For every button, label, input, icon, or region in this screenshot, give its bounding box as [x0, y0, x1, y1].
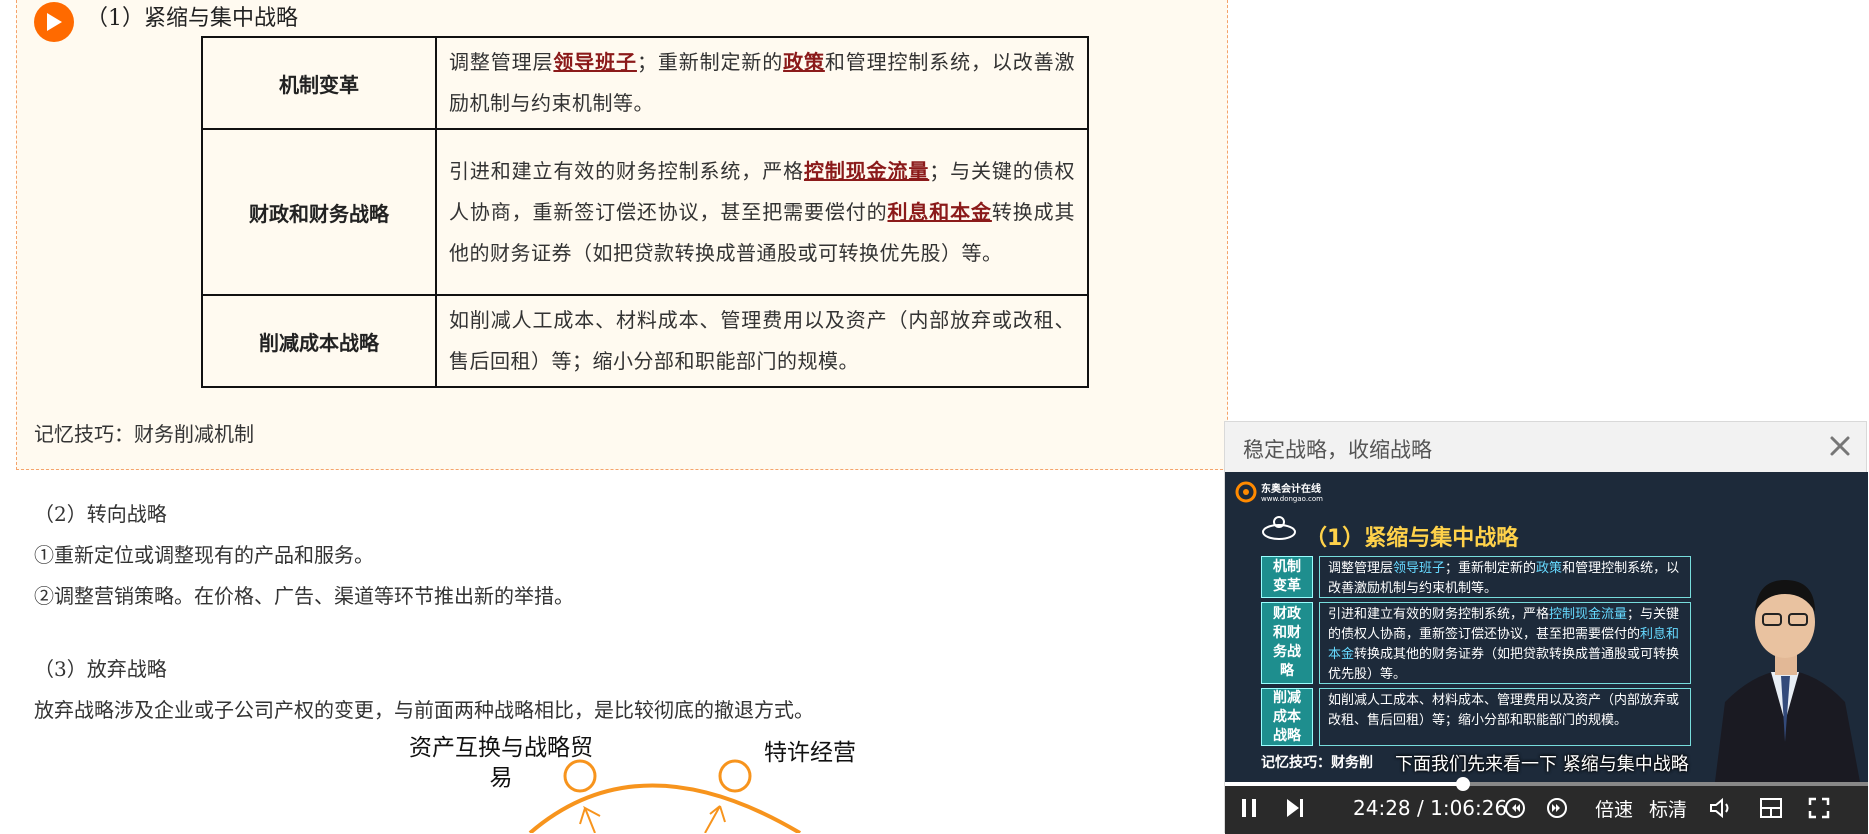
- progress-fill: [1225, 782, 1463, 786]
- list-item: ①重新定位或调整现有的产品和服务。: [34, 543, 374, 567]
- memory-tip: 记忆技巧：财务削减机制: [34, 422, 254, 446]
- current-time: 24:28: [1353, 796, 1411, 820]
- layout-icon: [1760, 798, 1782, 818]
- fullscreen-icon: [1808, 797, 1830, 819]
- video-subtitle: 下面我们先来看一下 紧缩与集中战略: [1395, 754, 1689, 775]
- progress-bar[interactable]: [1225, 777, 1868, 791]
- logo-url: www.dongao.com: [1261, 495, 1323, 503]
- table-row: 机制变革 调整管理层领导班子；重新制定新的政策和管理控制系统，以改善激励机制与约…: [201, 36, 1089, 130]
- text-segment: 如削减人工成本、材料成本、管理费用以及资产（内部放弃或改租、售后回租）等；缩小分…: [1328, 693, 1680, 728]
- picture-in-picture-button[interactable]: [1757, 794, 1785, 822]
- slide-decoration-icon: [1262, 516, 1296, 540]
- slide-memo: 记忆技巧：财务削: [1261, 755, 1373, 771]
- section-3-description: 放弃战略涉及企业或子公司产权的变更，与前面两种战略相比，是比较彻底的撤退方式。: [34, 698, 814, 722]
- speed-button[interactable]: 倍速: [1591, 794, 1637, 822]
- table-row: 财政和财务战略 引进和建立有效的财务控制系统，严格控制现金流量；与关键的债权人协…: [201, 128, 1089, 296]
- rewind-icon: [1505, 798, 1525, 818]
- row-content: 引进和建立有效的财务控制系统，严格控制现金流量；与关键的债权人协商，重新签订偿还…: [435, 128, 1089, 296]
- video-controls: 24:28 / 1:06:26 倍速 标清: [1225, 777, 1868, 834]
- slide-row-head: 削减 成本 战略: [1261, 688, 1313, 746]
- text-segment: 调整管理层: [1328, 561, 1394, 576]
- diagram-label: 易: [489, 765, 513, 791]
- slide-logo: 东奥会计在线 www.dongao.com: [1235, 480, 1323, 503]
- slide-row-head: 机制 变革: [1261, 556, 1313, 598]
- slide-keyword: 政策: [1536, 561, 1563, 576]
- progress-knob[interactable]: [1455, 777, 1470, 791]
- text-segment: 如削减人工成本、材料成本、管理费用以及资产（内部放弃或改租、售后回租）等；缩小分…: [449, 308, 1075, 373]
- strategy-table: 机制变革 调整管理层领导班子；重新制定新的政策和管理控制系统，以改善激励机制与约…: [201, 36, 1089, 388]
- video-popup[interactable]: 稳定战略，收缩战略 东奥会计在线 www.dongao.com （1）紧缩与集中…: [1224, 421, 1868, 834]
- popup-header[interactable]: 稳定战略，收缩战略: [1225, 422, 1866, 472]
- pause-icon: [1242, 799, 1256, 817]
- slide-row-body: 引进和建立有效的财务控制系统，严格控制现金流量；与关键的债权人协商，重新签订偿还…: [1319, 602, 1691, 684]
- play-icon: [47, 13, 62, 31]
- fast-forward-button[interactable]: [1543, 794, 1571, 822]
- row-header: 财政和财务战略: [201, 128, 437, 296]
- pause-button[interactable]: [1235, 794, 1263, 822]
- video-player[interactable]: 东奥会计在线 www.dongao.com （1）紧缩与集中战略 机制 变革 调…: [1225, 472, 1868, 834]
- keyword-highlight: 利息和本金: [887, 199, 992, 224]
- time-display: 24:28 / 1:06:26: [1353, 796, 1507, 820]
- slide-row-head: 财政 和财 务战 略: [1261, 602, 1313, 684]
- slide-keyword: 控制现金流量: [1549, 607, 1628, 622]
- total-time: 1:06:26: [1430, 796, 1508, 820]
- keyword-highlight: 领导班子: [553, 50, 637, 74]
- text-segment: 转换成其他的财务证券（如把贷款转换成普通股或可转换优先股）等。: [1328, 647, 1680, 682]
- close-icon: [1830, 436, 1850, 456]
- table-row: 削减成本战略 如削减人工成本、材料成本、管理费用以及资产（内部放弃或改租、售后回…: [201, 294, 1089, 388]
- text-segment: 引进和建立有效的财务控制系统，严格: [449, 158, 804, 183]
- section-1-title: （1）紧缩与集中战略: [86, 6, 298, 31]
- time-separator: /: [1417, 796, 1424, 820]
- volume-button[interactable]: [1707, 794, 1735, 822]
- section-2-title: （2）转向战略: [34, 502, 167, 526]
- list-item: ②调整营销策略。在价格、广告、渠道等环节推出新的举措。: [34, 584, 574, 608]
- text-segment: ；重新制定新的: [636, 50, 784, 74]
- diagram-label: 特许经营: [764, 740, 856, 766]
- logo-text: 东奥会计在线: [1261, 484, 1321, 495]
- row-content: 如削减人工成本、材料成本、管理费用以及资产（内部放弃或改租、售后回租）等；缩小分…: [435, 294, 1089, 388]
- slide-row-body: 调整管理层领导班子；重新制定新的政策和管理控制系统，以改善激励机制与约束机制等。: [1319, 556, 1691, 598]
- keyword-highlight: 控制现金流量: [803, 158, 930, 183]
- row-content: 调整管理层领导班子；重新制定新的政策和管理控制系统，以改善激励机制与约束机制等。: [435, 36, 1089, 130]
- text-segment: 调整管理层: [449, 50, 554, 74]
- section-3-title: （3）放弃战略: [34, 657, 167, 681]
- slide-row-body: 如削减人工成本、材料成本、管理费用以及资产（内部放弃或改租、售后回租）等；缩小分…: [1319, 688, 1691, 746]
- slide-title: （1）紧缩与集中战略: [1305, 526, 1519, 551]
- popup-title: 稳定战略，收缩战略: [1243, 438, 1432, 462]
- text-segment: ；重新制定新的: [1445, 561, 1537, 576]
- volume-icon: [1710, 797, 1729, 819]
- skip-next-icon: [1287, 799, 1303, 817]
- keyword-highlight: 政策: [783, 50, 825, 74]
- exit-strategy-diagram: 资产互换与战略贸 易 特许经营: [380, 728, 900, 833]
- row-header: 削减成本战略: [201, 294, 437, 388]
- fullscreen-button[interactable]: [1805, 794, 1833, 822]
- row-header: 机制变革: [201, 36, 437, 130]
- quality-button[interactable]: 标清: [1645, 794, 1691, 822]
- diagram-label: 资产互换与战略贸: [409, 735, 593, 761]
- text-segment: 引进和建立有效的财务控制系统，严格: [1328, 607, 1550, 622]
- rewind-button[interactable]: [1501, 794, 1529, 822]
- close-button[interactable]: [1824, 430, 1856, 462]
- fast-forward-icon: [1547, 798, 1567, 818]
- next-button[interactable]: [1281, 794, 1309, 822]
- slide-keyword: 领导班子: [1393, 561, 1446, 576]
- logo-icon: [1235, 481, 1257, 502]
- play-video-button[interactable]: [34, 2, 74, 42]
- presenter-image: [1715, 580, 1860, 782]
